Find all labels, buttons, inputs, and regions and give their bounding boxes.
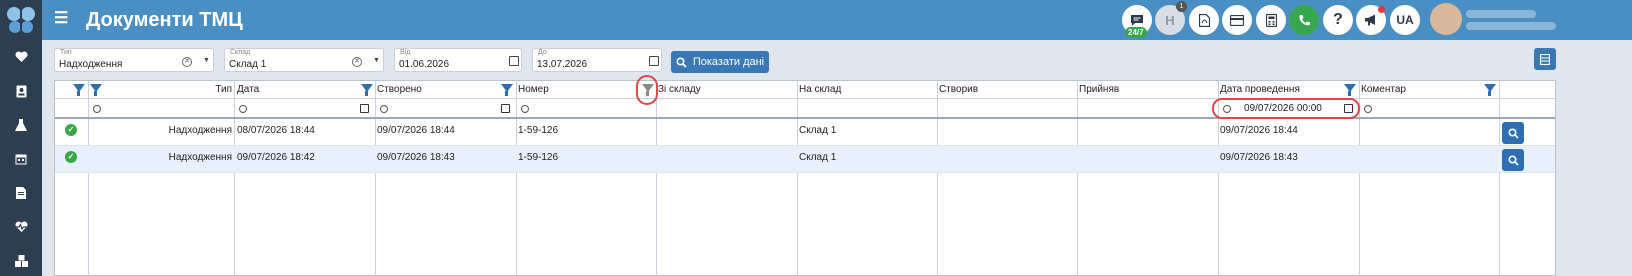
view-document-button[interactable] (1502, 149, 1524, 171)
search-icon (1507, 127, 1519, 139)
highlight-date-annotation (1212, 98, 1360, 119)
id-card-icon[interactable] (11, 81, 31, 101)
column-header-created[interactable]: Створено (377, 84, 422, 95)
column-header-posting-date[interactable]: Дата проведення (1220, 84, 1300, 95)
search-icon[interactable] (93, 105, 101, 113)
calendar-icon[interactable] (360, 104, 369, 113)
warehouse-select[interactable]: Склад Склад 1 ✕ ▼ (224, 48, 384, 72)
filter-icon[interactable] (90, 84, 102, 96)
search-icon (676, 56, 687, 68)
boxes-icon[interactable] (11, 251, 31, 271)
pdf-icon[interactable] (1189, 5, 1219, 35)
clear-icon[interactable]: ✕ (182, 57, 192, 67)
sidebar (0, 0, 42, 276)
dropdown-arrow-icon[interactable]: ▼ (203, 57, 210, 64)
date-to-input[interactable]: До 13.07.2026 (532, 48, 662, 72)
status-ok-icon: ✓ (65, 151, 77, 163)
search-icon[interactable] (1364, 105, 1372, 113)
filter-icon[interactable] (361, 84, 373, 96)
calendar-icon[interactable] (509, 56, 519, 66)
table-row[interactable]: ✓ Надходження 08/07/2026 18:44 09/07/202… (55, 119, 1555, 146)
column-header-from-warehouse[interactable]: Зі складу (658, 84, 701, 95)
filter-icon[interactable] (501, 84, 513, 96)
export-grid-button[interactable] (1534, 48, 1556, 70)
status-ok-icon: ✓ (65, 124, 77, 136)
flask-icon[interactable] (11, 115, 31, 135)
type-select[interactable]: Тип Надходження ✕ ▼ (54, 48, 214, 72)
dropdown-arrow-icon[interactable]: ▼ (373, 57, 380, 64)
user-name-blurred[interactable] (1466, 6, 1566, 32)
table-icon (1540, 53, 1550, 65)
page-title: Документи ТМЦ (86, 9, 243, 31)
view-document-button[interactable] (1502, 122, 1524, 144)
search-icon[interactable] (521, 105, 529, 113)
grid-header-row: Тип Дата Створено Номер Зі складу На скл… (55, 81, 1555, 99)
calendar-icon[interactable] (649, 56, 659, 66)
calendar-icon[interactable] (501, 104, 510, 113)
search-icon[interactable] (380, 105, 388, 113)
new-announcement-dot (1378, 6, 1385, 13)
column-header-number[interactable]: Номер (518, 84, 549, 95)
chat-support-badge: 24/7 (1125, 27, 1147, 38)
column-header-date[interactable]: Дата (237, 84, 259, 95)
filter-icon[interactable] (73, 84, 85, 96)
help-icon[interactable]: ? (1323, 5, 1353, 35)
document-icon[interactable] (11, 183, 31, 203)
column-header-creator[interactable]: Створив (939, 84, 978, 95)
highlight-filter-annotation (636, 75, 658, 105)
user-avatar[interactable] (1430, 3, 1462, 35)
filter-icon[interactable] (1484, 84, 1496, 96)
butterfly-logo-icon[interactable] (4, 4, 38, 38)
filter-icon[interactable] (1344, 84, 1356, 96)
phone-icon[interactable] (1289, 5, 1319, 35)
calculator-icon[interactable] (1256, 5, 1286, 35)
search-icon (1507, 154, 1519, 166)
search-icon[interactable] (239, 105, 247, 113)
heartbeat-icon[interactable] (11, 217, 31, 237)
language-switch[interactable]: UA (1390, 5, 1420, 35)
heart-icon[interactable] (11, 47, 31, 67)
table-row[interactable]: ✓ Надходження 09/07/2026 18:42 09/07/202… (55, 146, 1555, 173)
hamburger-menu-icon[interactable]: ☰ (54, 11, 68, 27)
column-header-type[interactable]: Тип (215, 84, 232, 95)
notification-count-badge: 1 (1176, 1, 1187, 12)
clear-icon[interactable]: ✕ (352, 57, 362, 67)
column-header-to-warehouse[interactable]: На склад (799, 84, 841, 95)
date-from-input[interactable]: Від 01.06.2026 (394, 48, 522, 72)
calendar-icon[interactable] (11, 149, 31, 169)
show-data-button[interactable]: Показати дані (671, 51, 769, 73)
credit-card-icon[interactable] (1222, 5, 1252, 35)
column-header-comment[interactable]: Коментар (1361, 84, 1406, 95)
column-header-acceptor[interactable]: Прийняв (1079, 84, 1119, 95)
